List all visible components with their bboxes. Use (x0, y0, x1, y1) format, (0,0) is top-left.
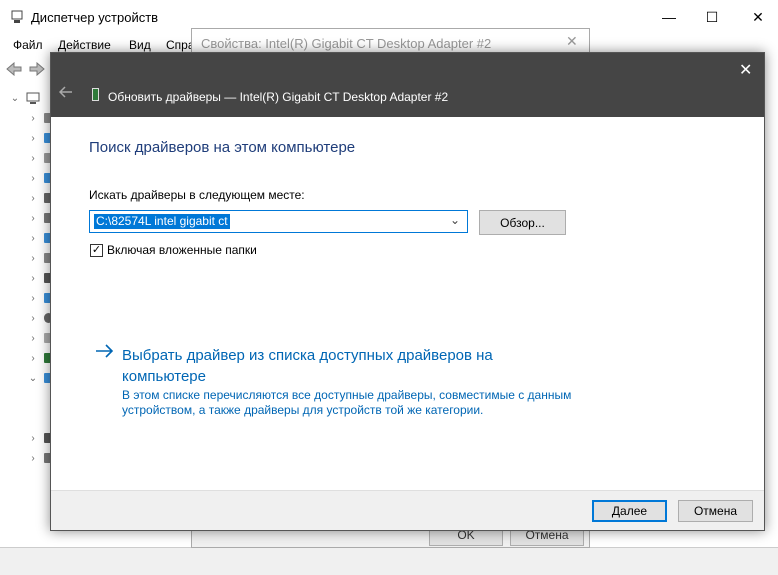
properties-title: Свойства: Intel(R) Gigabit CT Desktop Ad… (201, 36, 492, 51)
arrow-right-icon[interactable] (95, 344, 115, 358)
menu-action[interactable]: Действие (58, 38, 111, 52)
chevron-right-icon[interactable]: › (26, 133, 40, 144)
pick-driver-description-line2: устройством, а также драйверы для устрой… (122, 403, 484, 417)
status-bar (0, 547, 778, 575)
chevron-right-icon[interactable]: › (26, 333, 40, 344)
tree-row[interactable]: › (8, 428, 53, 448)
close-button[interactable]: ✕ (735, 0, 778, 34)
tree-row[interactable]: › (8, 348, 53, 368)
menu-file[interactable]: Файл (13, 38, 43, 52)
dialog-close-icon[interactable]: ✕ (739, 60, 752, 80)
chevron-right-icon[interactable]: › (26, 233, 40, 244)
tree-row[interactable]: › (8, 188, 53, 208)
chevron-right-icon[interactable]: › (26, 193, 40, 204)
chevron-right-icon[interactable]: › (26, 353, 40, 364)
page-heading: Поиск драйверов на этом компьютере (89, 139, 356, 156)
forward-arrow-icon[interactable] (29, 62, 45, 76)
search-location-label: Искать драйверы в следующем месте: (89, 188, 305, 202)
pick-driver-link[interactable]: Выбрать драйвер из списка доступных драй… (122, 347, 493, 364)
computer-icon (26, 92, 40, 104)
next-button[interactable]: Далее (592, 500, 667, 522)
device-manager-title: Диспетчер устройств (31, 10, 159, 25)
tree-row[interactable]: › (8, 168, 53, 188)
dialog-header: ✕ Обновить драйверы — Intel(R) Gigabit C… (51, 53, 764, 117)
driver-path-input[interactable]: C:\82574L intel gigabit ct (94, 214, 230, 229)
chevron-right-icon[interactable]: › (26, 453, 40, 464)
chevron-right-icon[interactable]: › (26, 273, 40, 284)
update-driver-dialog: ✕ Обновить драйверы — Intel(R) Gigabit C… (50, 52, 765, 531)
maximize-button[interactable]: ☐ (689, 0, 735, 34)
browse-button[interactable]: Обзор... (479, 210, 566, 235)
chevron-right-icon[interactable]: › (26, 173, 40, 184)
tree-row[interactable]: › (8, 248, 53, 268)
pick-driver-link-line2[interactable]: компьютере (122, 368, 206, 385)
pick-driver-description: В этом списке перечисляются все доступны… (122, 388, 572, 402)
tree-row[interactable]: › (8, 108, 53, 128)
network-adapter-icon (92, 88, 99, 101)
properties-close-icon[interactable]: ✕ (566, 33, 578, 50)
menu-view[interactable]: Вид (129, 38, 151, 52)
tree-row[interactable]: › (8, 228, 53, 248)
tree-row[interactable]: › (8, 128, 53, 148)
chevron-right-icon[interactable]: › (26, 253, 40, 264)
back-arrow-icon[interactable] (59, 86, 73, 98)
back-arrow-icon[interactable] (6, 62, 22, 76)
tree-row[interactable]: › (8, 148, 53, 168)
chevron-right-icon[interactable]: › (26, 113, 40, 124)
driver-path-combobox[interactable]: C:\82574L intel gigabit ct ⌄ (89, 210, 468, 233)
tree-root-row[interactable]: ⌄ (8, 88, 53, 108)
dialog-footer: Далее Отмена (51, 490, 764, 530)
chevron-down-icon[interactable]: ⌄ (450, 213, 460, 227)
device-manager-icon (11, 10, 23, 23)
tree-row[interactable]: › (8, 208, 53, 228)
include-subfolders-label[interactable]: Включая вложенные папки (107, 243, 257, 257)
chevron-right-icon[interactable]: › (26, 313, 40, 324)
tree-row[interactable]: › (8, 328, 53, 348)
chevron-down-icon[interactable]: ⌄ (8, 93, 22, 104)
tree-row[interactable]: › (8, 308, 53, 328)
cancel-button[interactable]: Отмена (678, 500, 753, 522)
include-subfolders-checkbox[interactable]: ✓ (90, 244, 103, 257)
chevron-right-icon[interactable]: › (26, 153, 40, 164)
chevron-right-icon[interactable]: › (26, 433, 40, 444)
chevron-right-icon[interactable]: › (26, 213, 40, 224)
minimize-button[interactable]: — (646, 0, 692, 34)
dialog-title: Обновить драйверы — Intel(R) Gigabit CT … (108, 90, 449, 104)
tree-row[interactable]: › (8, 268, 53, 288)
tree-row-network-adapters[interactable]: ⌄ (8, 368, 53, 388)
tree-row[interactable]: › (8, 288, 53, 308)
tree-row[interactable]: › (8, 448, 53, 468)
chevron-down-icon[interactable]: ⌄ (26, 373, 40, 384)
chevron-right-icon[interactable]: › (26, 293, 40, 304)
